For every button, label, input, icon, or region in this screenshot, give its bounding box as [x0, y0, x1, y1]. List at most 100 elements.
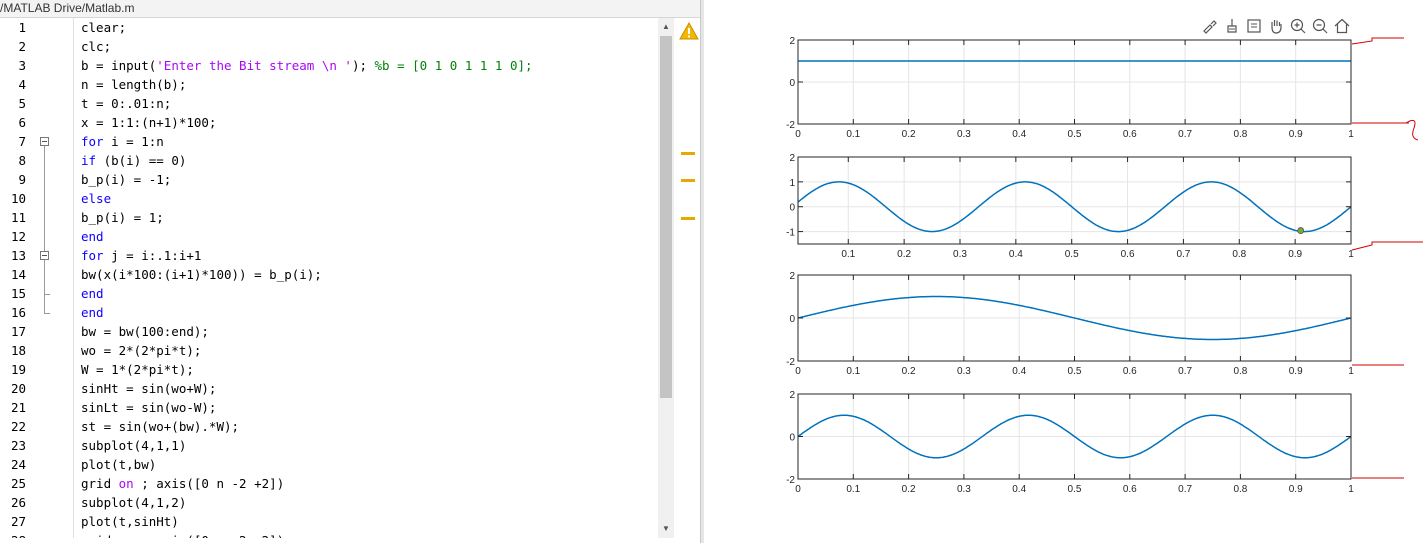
x-tick-label: 0.2	[902, 129, 916, 140]
line-number: 4	[18, 77, 26, 92]
code-token: 'Enter the Bit stream \n '	[156, 58, 352, 73]
code-line[interactable]: b = input('Enter the Bit stream \n '); %…	[81, 56, 533, 75]
code-line[interactable]: else	[81, 189, 111, 208]
fold-toggle-icon[interactable]	[40, 251, 49, 260]
x-tick-label: 0.1	[846, 366, 860, 377]
code-line[interactable]: if (b(i) == 0)	[81, 151, 186, 170]
code-line[interactable]: n = length(b);	[81, 75, 186, 94]
x-tick-label: 0.3	[957, 366, 971, 377]
code-line[interactable]: end	[81, 227, 104, 246]
warning-marker[interactable]	[681, 217, 695, 220]
y-tick-label: -2	[786, 357, 795, 368]
x-tick-label: 0.6	[1123, 129, 1137, 140]
zoom-out-icon[interactable]	[1310, 16, 1330, 36]
axes-toolbar	[1200, 16, 1352, 38]
fold-end	[44, 313, 50, 314]
line-number: 25	[10, 476, 26, 491]
code-token: else	[81, 191, 112, 206]
x-tick-label: 0.7	[1178, 484, 1192, 495]
code-line[interactable]: x = 1:1:(n+1)*100;	[81, 113, 216, 132]
x-tick-label: 0.8	[1233, 366, 1247, 377]
code-line[interactable]: subplot(4,1,1)	[81, 436, 186, 455]
code-line[interactable]: end	[81, 303, 104, 322]
x-tick-label: 0.4	[1012, 129, 1026, 140]
code-line[interactable]: for i = 1:n	[81, 132, 164, 151]
x-tick-label: 0.5	[1068, 129, 1082, 140]
warning-marker[interactable]	[681, 179, 695, 182]
code-token: j = i:.1:i+1	[103, 248, 202, 263]
code-line[interactable]: t = 0:.01:n;	[81, 94, 171, 113]
vertical-scrollbar[interactable]: ▲ ▼	[658, 18, 674, 538]
code-line[interactable]: grid on ; axis([0 n -2 +2])	[81, 531, 284, 538]
home-icon[interactable]	[1332, 16, 1352, 36]
line-number: 19	[10, 362, 26, 377]
code-token: end	[81, 229, 104, 244]
line-number-gutter: 1 2 3 4 5 6 7 8 9 10 11 12 13 14 15 16 17 18 19 20 21 22 23 24 2…	[0, 18, 74, 538]
code-line[interactable]: bw(x(i*100:(i+1)*100)) = b_p(i);	[81, 265, 322, 284]
code-token: st = sin(wo+(bw).*W);	[81, 419, 240, 434]
code-line[interactable]: b_p(i) = -1;	[81, 170, 171, 189]
warning-triangle-icon[interactable]	[679, 22, 699, 40]
code-line[interactable]: clear;	[81, 18, 126, 37]
line-number: 23	[10, 438, 26, 453]
x-tick-label: 0.9	[1289, 129, 1303, 140]
code-line[interactable]: clc;	[81, 37, 111, 56]
line-number: 5	[18, 96, 26, 111]
line-number: 26	[10, 495, 26, 510]
code-token: %b = [0 1 0 1 1 1 0];	[374, 58, 533, 73]
x-tick-label: 0.3	[957, 484, 971, 495]
restore-view-icon[interactable]	[1244, 16, 1264, 36]
line-number: 18	[10, 343, 26, 358]
code-line[interactable]: subplot(4,1,2)	[81, 493, 186, 512]
x-tick-label: 0.5	[1068, 484, 1082, 495]
code-line[interactable]: grid on ; axis([0 n -2 +2])	[81, 474, 284, 493]
code-line[interactable]: st = sin(wo+(bw).*W);	[81, 417, 239, 436]
code-line[interactable]: for j = i:.1:i+1	[81, 246, 201, 265]
code-token: for	[81, 134, 104, 149]
line-number: 21	[10, 400, 26, 415]
code-token: sinLt = sin(wo-W);	[81, 400, 217, 415]
code-line[interactable]: plot(t,sinHt)	[81, 512, 179, 531]
line-number: 9	[18, 172, 26, 187]
zoom-in-icon[interactable]	[1288, 16, 1308, 36]
code-line[interactable]: b_p(i) = 1;	[81, 208, 164, 227]
code-token: for	[81, 248, 104, 263]
code-line[interactable]: plot(t,bw)	[81, 455, 156, 474]
hidden-plot-edge	[1351, 241, 1423, 251]
fold-toggle-icon[interactable]	[40, 137, 49, 146]
line-number: 16	[10, 305, 26, 320]
code-line[interactable]: sinLt = sin(wo-W);	[81, 398, 216, 417]
x-tick-label: 0.4	[1012, 366, 1026, 377]
scroll-up-icon[interactable]: ▲	[660, 21, 672, 33]
warning-marker[interactable]	[681, 152, 695, 155]
code-token: if	[81, 153, 97, 168]
x-tick-label: 1	[1348, 129, 1354, 140]
code-line[interactable]: end	[81, 284, 104, 303]
scrollbar-thumb[interactable]	[660, 36, 672, 398]
code-token: wo = 2*(2*pi*t);	[81, 343, 202, 358]
code-token: );	[351, 58, 375, 73]
code-editor[interactable]: 1 2 3 4 5 6 7 8 9 10 11 12 13 14 15 16 17 18 19 20 21 22 23 24 2…	[0, 18, 700, 538]
pan-icon[interactable]	[1266, 16, 1286, 36]
x-tick-label: 1	[1348, 249, 1354, 260]
hidden-plot-edge	[1352, 119, 1419, 141]
code-analyzer-bar	[676, 18, 700, 538]
code-area[interactable]: clear; clc; b = input('Enter the Bit strea…	[81, 18, 656, 538]
x-tick-label: 0	[795, 129, 801, 140]
x-tick-label: 0.8	[1233, 129, 1247, 140]
code-token: clear;	[81, 20, 127, 35]
code-line[interactable]: W = 1*(2*pi*t);	[81, 360, 194, 379]
code-line[interactable]: bw = bw(100:end);	[81, 322, 209, 341]
scroll-down-icon[interactable]: ▼	[660, 523, 672, 535]
code-line[interactable]: sinHt = sin(wo+W);	[81, 379, 216, 398]
x-tick-label: 0	[795, 366, 801, 377]
x-tick-label: 0.6	[1123, 484, 1137, 495]
brush-icon[interactable]	[1200, 16, 1220, 36]
code-line[interactable]: wo = 2*(2*pi*t);	[81, 341, 201, 360]
y-tick-label: 2	[789, 390, 795, 401]
code-token: plot(t,sinHt)	[81, 514, 179, 529]
x-tick-label: 0.9	[1289, 366, 1303, 377]
line-number: 11	[10, 210, 26, 225]
line-number: 1	[18, 20, 26, 35]
data-tips-icon[interactable]	[1222, 16, 1242, 36]
